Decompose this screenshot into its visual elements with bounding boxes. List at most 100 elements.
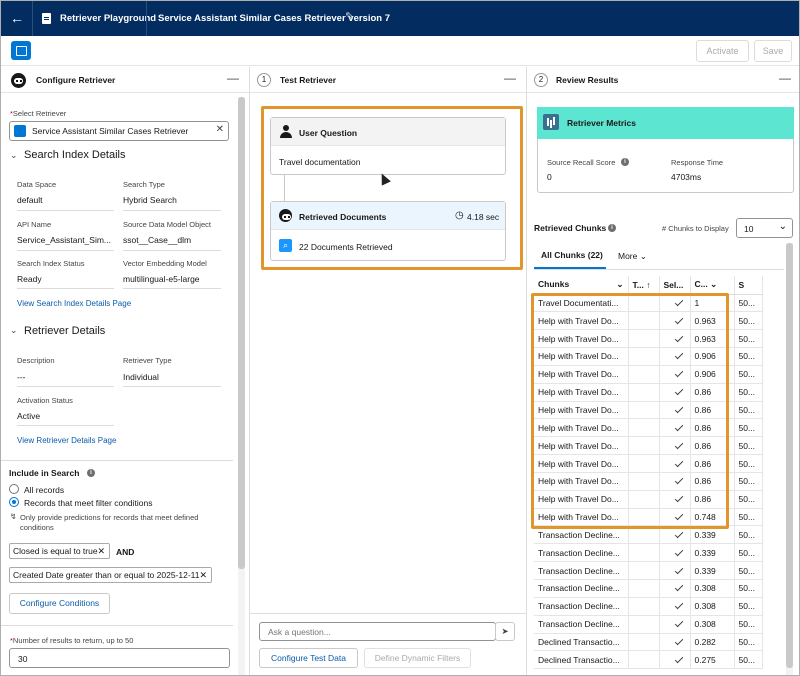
divider [250,613,526,614]
table-row[interactable]: Help with Travel Do... 0.86 50... [534,454,763,473]
column-header-c[interactable]: C... ⌄ [690,276,735,295]
s-cell: 50... [734,508,763,527]
chunk-cell: Transaction Decline... [534,561,629,580]
info-icon[interactable]: i [87,469,95,477]
send-button[interactable]: ➤ [495,622,515,641]
selected-cell [659,436,691,456]
num-results-input[interactable]: 30 [9,648,230,668]
view-retriever-details-link[interactable]: View Retriever Details Page [17,436,116,445]
tab-retriever-playground[interactable]: Retriever Playground [60,1,156,36]
table-row[interactable]: Help with Travel Do... 0.86 50... [534,383,763,402]
radio-all-records-label: All records [24,485,65,495]
score-cell: 0.86 [690,490,735,509]
select-retriever-field[interactable]: Service Assistant Similar Cases Retrieve… [9,121,229,141]
checkmark-icon [674,315,683,325]
chunk-cell: Transaction Decline... [534,597,629,616]
remove-icon[interactable]: ✕ [199,568,207,582]
score-cell: 0.963 [690,329,735,349]
info-icon[interactable]: i [621,158,629,166]
back-arrow-icon[interactable]: ← [9,10,25,26]
activate-button[interactable]: Activate [696,40,749,62]
tab-more-label: More [618,251,638,261]
toggle-panel-button[interactable] [11,41,31,60]
filter-pill[interactable]: Closed is equal to true ✕ [9,543,110,559]
minimize-icon[interactable]: — [227,71,239,85]
column-header-chunks[interactable]: Chunks ⌄ [534,276,629,295]
chevron-down-icon[interactable]: ⌄ [10,150,18,161]
search-index-section-title[interactable]: Search Index Details [24,149,126,161]
selected-cell [659,561,691,580]
radio-filter-records[interactable] [9,497,19,507]
minimize-icon[interactable]: — [779,71,791,85]
chunk-cell: Help with Travel Do... [534,383,629,402]
selected-cell [659,597,691,616]
remove-icon[interactable]: ✕ [97,544,105,558]
define-dynamic-filters-button[interactable]: Define Dynamic Filters [364,648,471,668]
table-row[interactable]: Transaction Decline... 0.339 50... [534,543,763,563]
selected-cell [659,365,691,384]
table-row[interactable]: Transaction Decline... 0.308 50... [534,579,763,598]
tab-retriever-version[interactable]: Service Assistant Similar Cases Retrieve… [158,1,390,36]
chevron-down-icon: ⌄ [778,221,787,232]
chunk-cell: Transaction Decline... [534,615,629,634]
table-row[interactable]: Help with Travel Do... 0.86 50... [534,418,763,438]
chevron-down-icon: ⌄ [710,279,718,290]
table-row[interactable]: Help with Travel Do... 0.963 50... [534,329,763,349]
table-row[interactable]: Help with Travel Do... 0.906 50... [534,347,763,366]
include-in-search-label: Include in Search [9,468,80,478]
t-cell [628,401,660,420]
table-row[interactable]: Help with Travel Do... 0.906 50... [534,365,763,384]
chunk-cell: Help with Travel Do... [534,365,629,384]
checkmark-icon [674,440,683,449]
table-row[interactable]: Travel Documentati... 1 50... [534,294,763,313]
column-header-s[interactable]: S [734,276,763,295]
table-row[interactable]: Help with Travel Do... 0.86 50... [534,401,763,420]
table-row[interactable]: Help with Travel Do... 0.86 50... [534,472,763,491]
column-header-t[interactable]: T... ↑ [628,276,660,295]
user-question-title: User Question [299,128,358,138]
table-row[interactable]: Help with Travel Do... 0.963 50... [534,311,763,331]
table-row[interactable]: Declined Transactio... 0.275 50... [534,650,763,670]
tab-all-chunks-label: All Chunks (22) [541,250,603,260]
table-row[interactable]: Transaction Decline... 0.339 50... [534,525,763,545]
scrollbar[interactable] [786,243,793,675]
checkmark-icon [674,351,683,360]
ask-question-input[interactable]: Ask a question... [259,622,496,641]
chunks-display-select[interactable]: 10 ⌄ [736,218,793,238]
scrollbar-thumb[interactable] [238,97,245,569]
divider [17,425,114,426]
table-row[interactable]: Transaction Decline... 0.308 50... [534,615,763,634]
filter-pill[interactable]: Created Date greater than or equal to 20… [9,567,212,583]
select-retriever-label: *Select Retriever [10,109,67,118]
t-cell [628,650,660,670]
configure-test-data-button[interactable]: Configure Test Data [259,648,358,668]
table-row[interactable]: Help with Travel Do... 0.86 50... [534,436,763,456]
minimize-icon[interactable]: — [504,71,516,85]
table-row[interactable]: Declined Transactio... 0.282 50... [534,633,763,652]
save-button[interactable]: Save [754,40,792,62]
pencil-icon[interactable]: ✎ [345,10,354,23]
table-row[interactable]: Transaction Decline... 0.308 50... [534,597,763,616]
info-icon[interactable]: i [608,224,616,232]
scrollbar-thumb[interactable] [786,243,793,668]
clear-icon[interactable]: ✕ [216,124,224,135]
chevron-down-icon[interactable]: ⌄ [10,325,18,336]
tab-more[interactable]: More ⌄ [618,251,647,262]
selected-cell [659,508,691,527]
configure-conditions-button[interactable]: Configure Conditions [9,593,110,614]
table-row[interactable]: Help with Travel Do... 0.86 50... [534,490,763,509]
score-cell: 0.282 [690,633,735,652]
retriever-details-section-title[interactable]: Retriever Details [24,325,105,337]
checkmark-icon [674,601,683,610]
selected-cell [659,454,691,473]
table-row[interactable]: Transaction Decline... 0.339 50... [534,561,763,580]
column-header-selected[interactable]: Sel... [659,276,691,295]
scrollbar[interactable] [238,97,245,675]
s-cell: 50... [734,311,763,331]
radio-all-records[interactable] [9,484,19,494]
tab-all-chunks[interactable]: All Chunks (22) [534,247,606,269]
table-row[interactable]: Help with Travel Do... 0.748 50... [534,508,763,527]
divider [17,210,114,211]
chunks-display-label: # Chunks to Display [662,224,729,233]
view-search-index-link[interactable]: View Search Index Details Page [17,299,131,308]
